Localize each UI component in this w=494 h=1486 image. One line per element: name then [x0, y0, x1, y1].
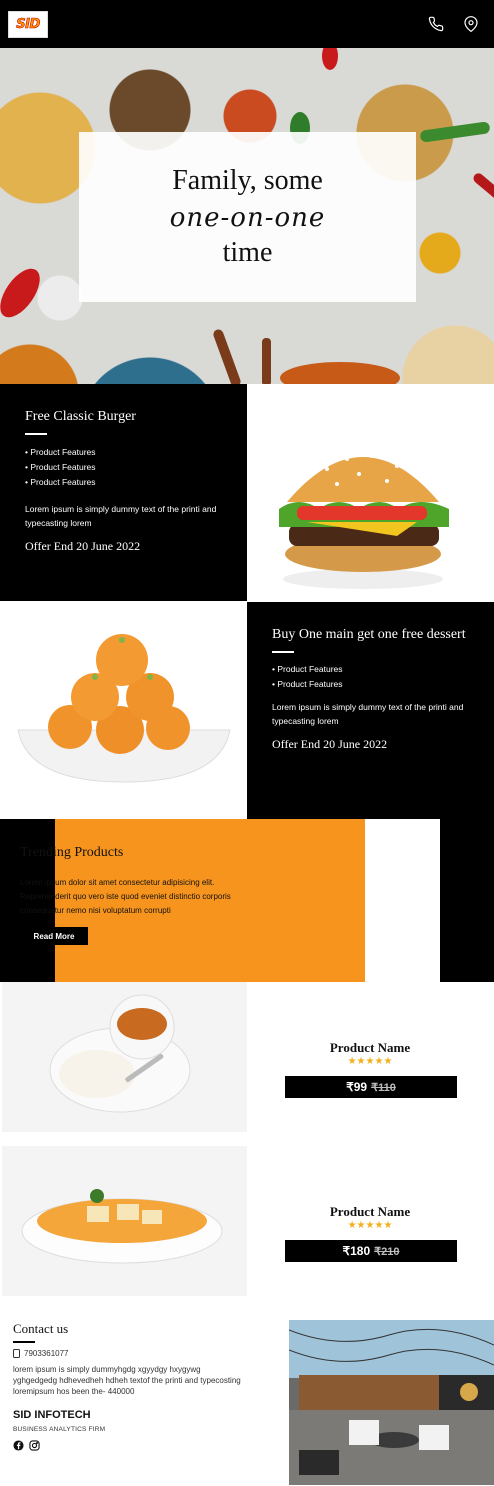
read-more-button[interactable]: Read More	[20, 927, 88, 945]
restaurant-patio-image	[289, 1320, 494, 1485]
offer-end-date: Offer End 20 June 2022	[25, 539, 141, 553]
product-rating: ★★★★★	[347, 1056, 393, 1067]
offer-description: Lorem ipsum is simply dummy text of the …	[272, 702, 464, 726]
product-rating: ★★★★★	[347, 1220, 393, 1231]
site-header: SID	[0, 0, 494, 48]
laddoo-image	[0, 602, 247, 819]
mobile-icon	[13, 1349, 20, 1358]
hero-caption-box: Family, some one-on-one time	[79, 132, 416, 302]
offer-feature: • Product Features	[25, 462, 96, 472]
location-pin-icon[interactable]	[463, 16, 479, 32]
hero-title-line1: Family, some	[172, 165, 323, 196]
phone-number: 7903361077	[24, 1349, 69, 1358]
product-price: ₹99	[346, 1080, 368, 1094]
contact-divider	[13, 1341, 35, 1343]
contact-phone[interactable]: 7903361077	[13, 1349, 69, 1358]
offer-feature: • Product Features	[25, 447, 96, 457]
contact-title: Contact us	[13, 1321, 69, 1336]
offer-divider	[25, 433, 47, 435]
offer-title: Free Classic Burger	[25, 409, 136, 424]
product-price: ₹180	[342, 1244, 371, 1258]
contact-description: lorem ipsum is simply dummyhgdg xgyydgy …	[13, 1365, 241, 1396]
hero-title-line2: one-on-one	[169, 203, 326, 233]
phone-icon[interactable]	[428, 16, 444, 32]
facebook-icon[interactable]	[13, 1438, 24, 1451]
trending-section: Trending Products Lorem ipsum dolor sit …	[0, 819, 494, 982]
logo[interactable]: SID	[8, 11, 48, 38]
offer-description: Lorem ipsum is simply dummy text of the …	[25, 504, 217, 528]
trending-divider	[20, 865, 46, 867]
trending-title: Trending Products	[20, 845, 124, 860]
offer-card-2: Buy One main get one free dessert • Prod…	[247, 602, 494, 819]
product-price-tag: ₹180 ₹210	[285, 1240, 457, 1262]
product-old-price: ₹210	[374, 1245, 400, 1258]
trending-description: Lorem ipsum dolor sit amet consectetur a…	[20, 878, 231, 915]
curry-rice-image	[2, 982, 247, 1132]
hero-banner: Family, some one-on-one time	[0, 48, 494, 384]
product-old-price: ₹110	[371, 1081, 396, 1094]
paneer-curry-image	[2, 1146, 247, 1296]
company-name: SID INFOTECH	[13, 1409, 91, 1421]
product-price-tag: ₹99 ₹110	[285, 1076, 457, 1098]
hero-title-line3: time	[222, 237, 273, 268]
offer-title: Buy One main get one free dessert	[272, 627, 466, 642]
instagram-icon[interactable]	[29, 1438, 40, 1451]
company-tagline: BUSINESS ANALYTICS FIRM	[13, 1426, 106, 1433]
product-name[interactable]: Product Name	[282, 1040, 458, 1056]
burger-image	[247, 384, 494, 601]
offer-divider	[272, 651, 294, 653]
offer-end-date: Offer End 20 June 2022	[272, 737, 388, 751]
offer-feature: • Product Features	[272, 664, 343, 674]
logo-text: SID	[16, 17, 41, 33]
product-name[interactable]: Product Name	[282, 1204, 458, 1220]
offer-feature: • Product Features	[25, 477, 96, 487]
offer-card-1: Free Classic Burger • Product Features •…	[0, 384, 247, 601]
offer-feature: • Product Features	[272, 679, 343, 689]
